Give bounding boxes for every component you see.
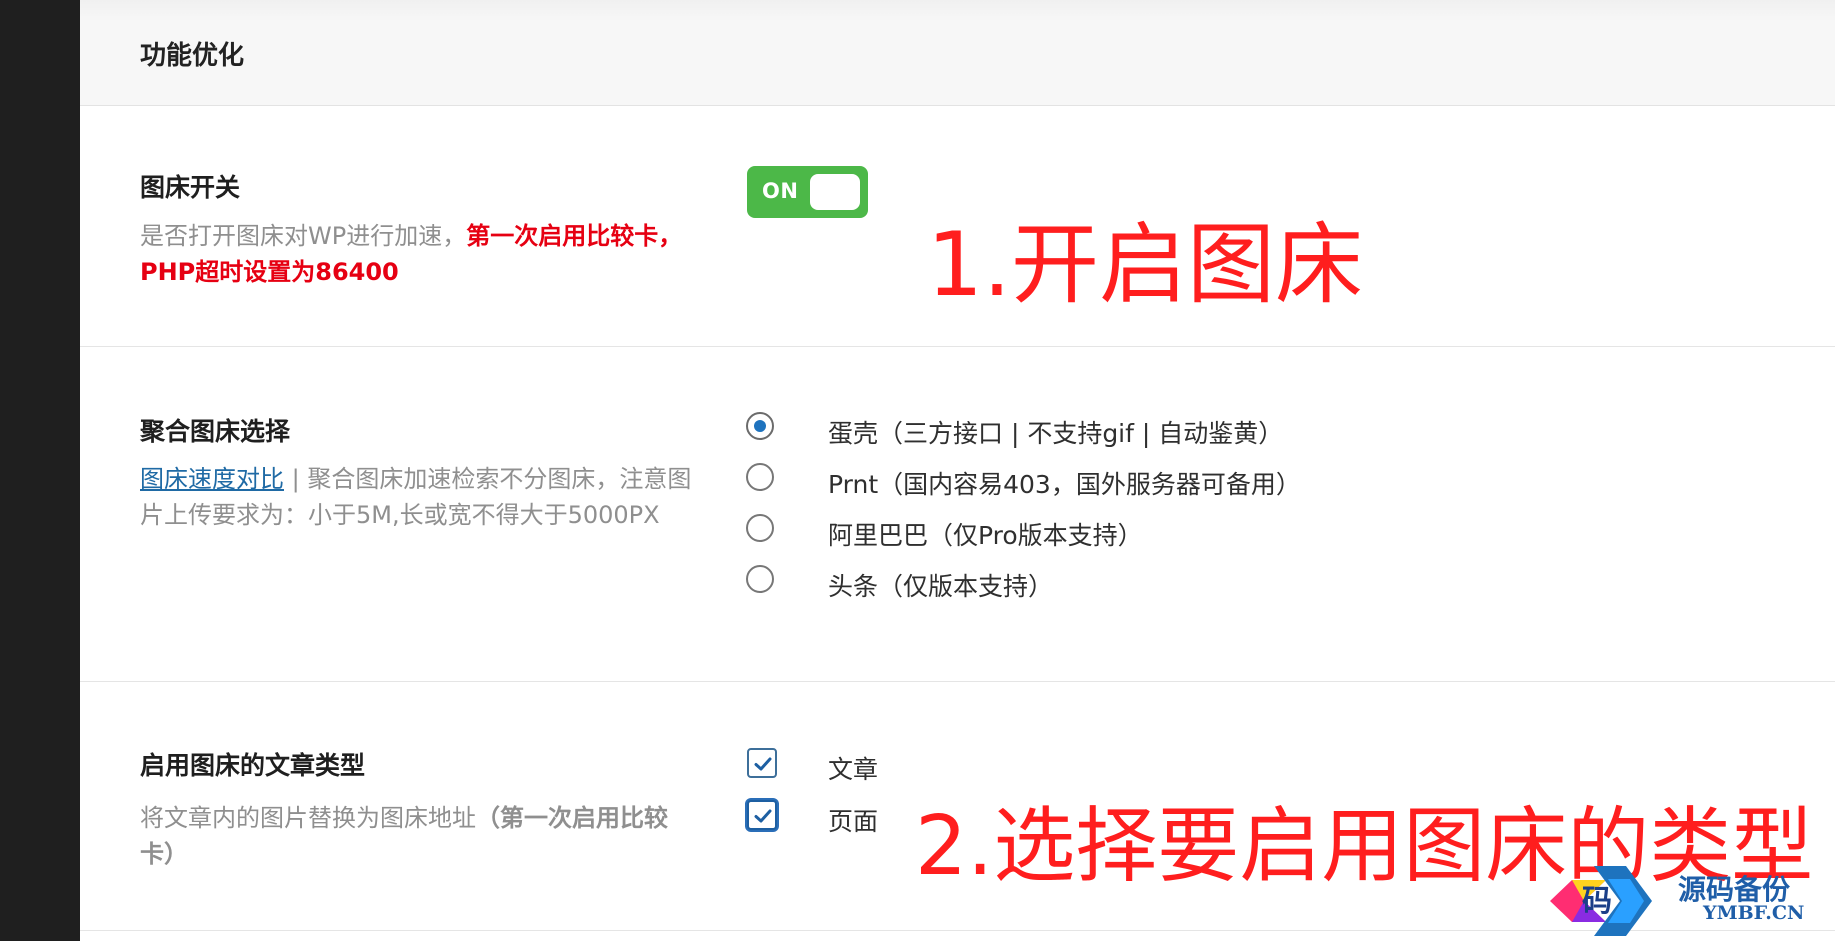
provider-radio-alibaba[interactable] — [746, 514, 774, 542]
provider-option-toutiao[interactable]: 头条（仅版本支持） — [828, 567, 1053, 603]
post-type-checkbox-page[interactable] — [747, 800, 777, 830]
provider-radio-danke[interactable] — [746, 412, 774, 440]
provider-description: 图床速度对比 | 聚合图床加速检索不分图床，注意图片上传要求为：小于5M,长或宽… — [140, 461, 712, 533]
post-types-label: 启用图床的文章类型 — [140, 751, 366, 780]
post-types-description-prefix: 将文章内的图片替换为图床地址 — [140, 804, 476, 832]
provider-option-danke[interactable]: 蛋壳（三方接口 | 不支持gif | 自动鉴黄） — [828, 414, 1283, 450]
section-title: 功能优化 — [140, 41, 245, 71]
divider-after-toggle-row — [80, 346, 1835, 347]
toggle-description-prefix: 是否打开图床对WP进行加速， — [140, 222, 467, 250]
post-type-option-page[interactable]: 页面 — [828, 802, 878, 838]
toggle-knob — [810, 174, 860, 210]
screen: 功能优化 图床开关 是否打开图床对WP进行加速，第一次启用比较卡，PHP超时设置… — [0, 0, 1835, 941]
provider-selection-label: 聚合图床选择 — [140, 417, 291, 446]
toggle-on-label: ON — [762, 179, 799, 203]
watermark: 码 源码备份 YMBF.CN — [1548, 858, 1835, 941]
image-host-toggle-label: 图床开关 — [140, 173, 241, 202]
left-rail — [0, 0, 80, 941]
check-icon — [754, 809, 772, 823]
radio-selected-dot — [754, 420, 766, 432]
post-type-option-post[interactable]: 文章 — [828, 750, 878, 786]
annotation-step-1: 1.开启图床 — [927, 213, 1363, 316]
provider-option-alibaba[interactable]: 阿里巴巴（仅Pro版本支持） — [828, 516, 1143, 552]
provider-option-prnt[interactable]: Prnt（国内容易403，国外服务器可备用） — [828, 465, 1301, 501]
check-icon — [754, 757, 772, 771]
divider-after-provider-row — [80, 681, 1835, 682]
image-host-toggle[interactable]: ON — [747, 166, 868, 218]
watermark-logo-icon: 码 — [1550, 866, 1652, 936]
speed-comparison-link[interactable]: 图床速度对比 — [140, 465, 284, 493]
watermark-logo-text: 码 — [1582, 884, 1612, 919]
section-header: 功能优化 — [80, 0, 1835, 106]
post-type-checkbox-post[interactable] — [747, 748, 777, 778]
post-types-description: 将文章内的图片替换为图床地址（第一次启用比较卡） — [140, 800, 700, 872]
provider-radio-toutiao[interactable] — [746, 565, 774, 593]
provider-radio-prnt[interactable] — [746, 463, 774, 491]
watermark-english-text: YMBF.CN — [1703, 902, 1805, 924]
image-host-toggle-description: 是否打开图床对WP进行加速，第一次启用比较卡，PHP超时设置为86400 — [140, 218, 712, 290]
